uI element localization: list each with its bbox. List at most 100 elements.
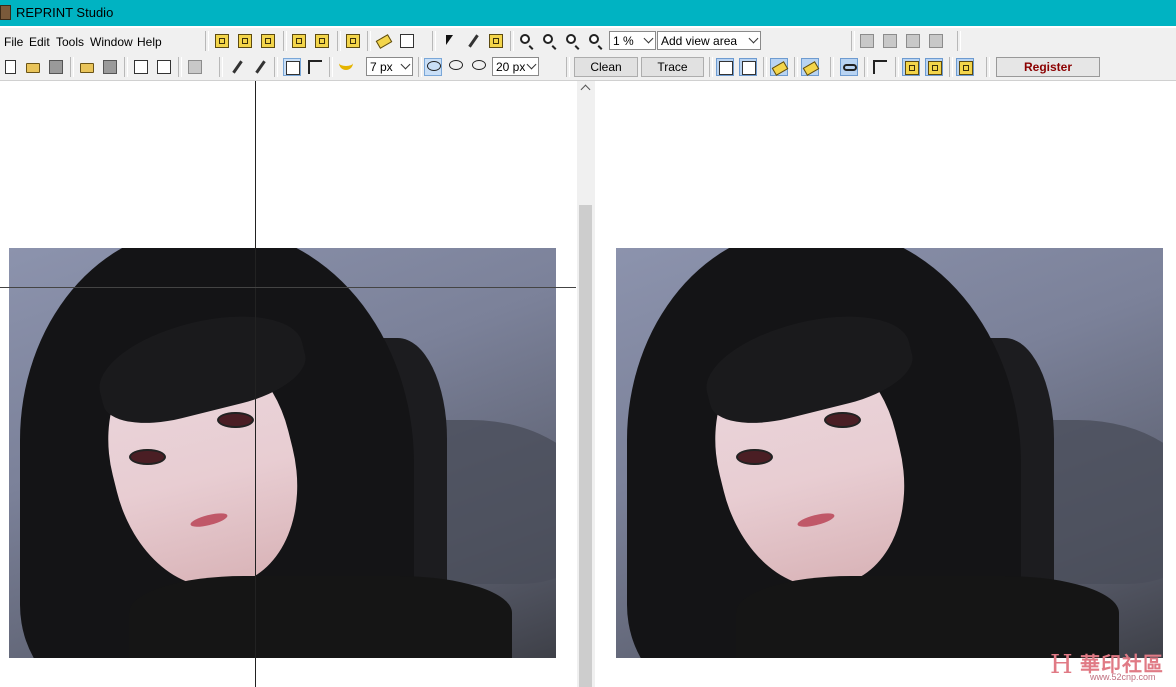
lasso-add-icon <box>449 60 463 70</box>
toolbar-separator <box>763 57 767 77</box>
compare-view-button[interactable] <box>739 58 757 76</box>
menu-help[interactable]: Help <box>137 35 162 49</box>
zoom-fit-button[interactable] <box>564 32 582 50</box>
paste-disabled-button[interactable] <box>881 32 899 50</box>
chevron-down-icon <box>526 59 537 70</box>
lasso-icon <box>427 61 441 71</box>
window-title: REPRINT Studio <box>16 5 114 20</box>
duplicate-view-button[interactable] <box>716 58 734 76</box>
brush-icon <box>255 60 266 74</box>
histogram-button[interactable] <box>344 32 362 50</box>
toolbar-separator <box>205 31 209 51</box>
pointer-tool-button[interactable] <box>441 32 459 50</box>
eraser-icon <box>375 34 393 49</box>
brush-tool-button[interactable] <box>251 58 269 76</box>
chevron-down-icon <box>748 33 759 44</box>
batch-open-icon <box>134 60 148 74</box>
smooth-tool-button[interactable] <box>337 58 355 76</box>
import-button[interactable] <box>78 58 96 76</box>
fit-width-icon <box>261 34 275 48</box>
vertical-scrollbar[interactable] <box>577 81 595 687</box>
brush-size-value: 7 px <box>370 60 393 74</box>
fit-page-button[interactable] <box>213 32 231 50</box>
zoom-out-button[interactable] <box>541 32 559 50</box>
toolbar-separator <box>337 31 341 51</box>
edit-view-icon <box>315 34 329 48</box>
zoom-in-button[interactable] <box>518 32 536 50</box>
lasso-subtract-button[interactable] <box>470 58 488 76</box>
zoom-fit-icon <box>566 34 576 44</box>
toolbar-separator <box>274 57 278 77</box>
fit-width-button[interactable] <box>259 32 277 50</box>
tag-overlay-icon <box>802 61 820 76</box>
view-mode-select[interactable]: Add view area <box>657 31 761 50</box>
tolerance-select[interactable]: 20 px <box>492 57 539 76</box>
view-mode-value: Add view area <box>661 34 738 48</box>
pencil-tool-button[interactable] <box>228 58 246 76</box>
toolbar-separator <box>219 57 223 77</box>
new-file-icon <box>5 60 16 74</box>
toolbar-separator <box>566 57 570 77</box>
brush-size-select[interactable]: 7 px <box>366 57 413 76</box>
crosshair-horizontal-line <box>0 287 576 288</box>
menu-tools[interactable]: Tools <box>56 35 84 49</box>
cut-icon <box>906 34 920 48</box>
convert-disabled-button[interactable] <box>186 58 204 76</box>
save-file-button[interactable] <box>47 58 65 76</box>
lasso-add-button[interactable] <box>447 58 465 76</box>
toolbar-separator <box>329 57 333 77</box>
eraser-overlay-icon <box>771 61 789 76</box>
clean-button[interactable]: Clean <box>574 57 638 77</box>
scroll-up-arrow-icon[interactable] <box>580 84 591 95</box>
shape-icon <box>308 60 322 74</box>
batch-open-button[interactable] <box>132 58 150 76</box>
toolbar-separator <box>986 57 990 77</box>
watermark-logo-icon: H <box>1050 650 1073 680</box>
toolbar-separator <box>283 31 287 51</box>
move-tool-button[interactable] <box>464 32 482 50</box>
shape-tool-button[interactable] <box>306 58 324 76</box>
fit-page-icon <box>215 34 229 48</box>
ruler-tool-button[interactable] <box>487 32 505 50</box>
new-file-button[interactable] <box>1 58 19 76</box>
folder-open-icon <box>26 63 40 73</box>
open-file-button[interactable] <box>24 58 42 76</box>
preview-button[interactable] <box>902 58 920 76</box>
app-icon <box>0 5 11 20</box>
menu-file[interactable]: File <box>4 35 23 49</box>
lasso-subtract-icon <box>472 60 486 70</box>
fill-tool-button[interactable] <box>283 58 301 76</box>
result-image-pane[interactable]: H 華印社區 www.52cnp.com <box>595 81 1176 687</box>
check-button[interactable] <box>925 58 943 76</box>
export-button[interactable] <box>101 58 119 76</box>
print-preview-button[interactable] <box>956 58 974 76</box>
tag-overlay-button[interactable] <box>801 58 820 76</box>
menu-toolbar-row: File Edit Tools Window Help 1 % Add view… <box>0 28 1176 55</box>
batch-save-button[interactable] <box>155 58 173 76</box>
batch-save-icon <box>157 60 171 74</box>
gem-button[interactable] <box>398 32 416 50</box>
edit-view-button[interactable] <box>313 32 331 50</box>
close-view-button[interactable] <box>290 32 308 50</box>
toolbar-separator <box>510 31 514 51</box>
menu-edit[interactable]: Edit <box>29 35 50 49</box>
scrollbar-thumb[interactable] <box>579 205 592 687</box>
menu-window[interactable]: Window <box>90 35 133 49</box>
actual-size-icon <box>238 34 252 48</box>
source-image-pane[interactable] <box>0 81 577 687</box>
eraser-overlay-button[interactable] <box>770 58 789 76</box>
register-button[interactable]: Register <box>996 57 1100 77</box>
lasso-tool-button[interactable] <box>424 58 442 76</box>
toolbar-separator <box>851 31 855 51</box>
crop-corner-button[interactable] <box>871 58 889 76</box>
zoom-select[interactable]: 1 % <box>609 31 656 50</box>
copy-disabled-button[interactable] <box>858 32 876 50</box>
cut-disabled-button[interactable] <box>904 32 922 50</box>
zoom-actual-button[interactable] <box>587 32 605 50</box>
eraser-button[interactable] <box>375 32 393 50</box>
link-views-button[interactable] <box>840 58 858 76</box>
close-view-icon <box>292 34 306 48</box>
actual-size-button[interactable] <box>236 32 254 50</box>
stamp-disabled-button[interactable] <box>927 32 945 50</box>
trace-button[interactable]: Trace <box>641 57 704 77</box>
